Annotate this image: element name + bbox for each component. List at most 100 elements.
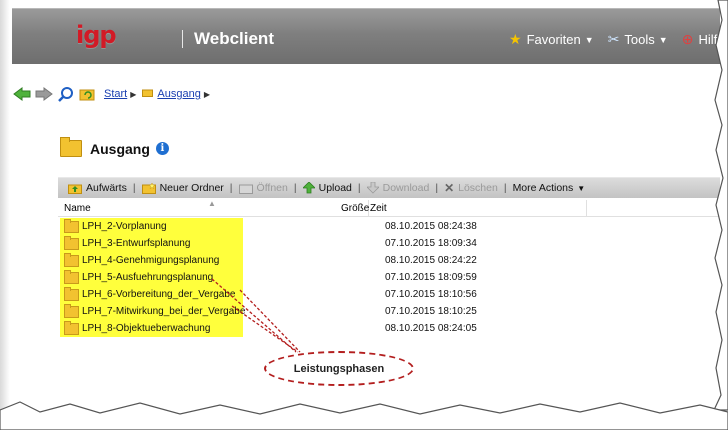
back-arrow-icon [13, 87, 31, 101]
row-time: 08.10.2015 08:24:22 [385, 255, 477, 266]
favorites-label: Favoriten [526, 32, 581, 47]
folder-icon [64, 304, 79, 318]
chevron-down-icon: ▼ [658, 34, 668, 45]
open-folder-icon [238, 184, 253, 194]
open-label: Öffnen [256, 182, 288, 194]
frame-shadow [0, 0, 10, 430]
search-icon [58, 87, 73, 102]
breadcrumb-separator-icon: ▶ [203, 89, 210, 99]
breadcrumb-folder-icon [142, 88, 154, 100]
column-size-header[interactable]: Größe [341, 203, 369, 214]
brand-logo[interactable]: igp [76, 21, 117, 49]
row-time: 07.10.2015 18:09:34 [385, 238, 477, 249]
row-name: LPH_4-Genehmigungsplanung [82, 255, 220, 266]
breadcrumb-separator-icon: ▶ [130, 89, 137, 99]
chevron-down-icon: ▼ [584, 34, 594, 45]
screenshot-frame: igp Webclient ★ Favoriten ▼ ✂ Tools ▼ ⊕ … [0, 0, 728, 430]
favorites-menu[interactable]: ★ Favoriten ▼ [509, 31, 594, 48]
folder-icon [64, 270, 79, 284]
header-divider [182, 30, 183, 48]
row-time: 07.10.2015 18:10:25 [385, 306, 477, 317]
new-folder-label: Neuer Ordner [159, 182, 224, 194]
row-name: LPH_8-Objektueberwachung [82, 323, 211, 334]
row-time: 07.10.2015 18:10:56 [385, 289, 477, 300]
row-name: LPH_2-Vorplanung [82, 221, 167, 232]
new-folder-icon [141, 182, 156, 194]
tools-icon: ✂ [607, 31, 620, 47]
help-menu[interactable]: ⊕ Hilfe [682, 31, 725, 48]
upload-button[interactable]: Upload [299, 182, 356, 194]
folder-icon [64, 287, 79, 301]
folder-icon [64, 253, 79, 267]
table-row[interactable]: LPH_3-Entwurfsplanung 07.10.2015 18:09:3… [58, 235, 720, 252]
table-row[interactable]: LPH_4-Genehmigungsplanung 08.10.2015 08:… [58, 252, 720, 269]
breadcrumb-start[interactable]: Start [104, 88, 127, 100]
forward-button[interactable] [34, 86, 54, 102]
more-actions-menu[interactable]: More Actions ▼ [509, 182, 590, 194]
row-name: LPH_5-Ausfuehrungsplanung [82, 272, 214, 283]
row-name: LPH_7-Mitwirkung_bei_der_Vergabe [82, 306, 246, 317]
column-name-header[interactable]: Name [64, 203, 91, 214]
table-row[interactable]: LPH_8-Objektueberwachung 08.10.2015 08:2… [58, 320, 720, 337]
delete-button[interactable]: ✕ Löschen [440, 181, 502, 195]
sort-ascending-icon: ▲ [208, 199, 216, 208]
folder-icon [64, 219, 79, 233]
navigation-bar: Start ▶ Ausgang ▶ [12, 84, 213, 104]
column-time-header[interactable]: Zeit [370, 203, 387, 214]
refresh-folder-icon [79, 89, 95, 101]
file-toolbar: Aufwärts | Neuer Ordner | Öffnen | Uploa… [58, 177, 720, 198]
row-name: LPH_6-Vorbereitung_der_Vergabe [82, 289, 236, 300]
toolbar-separator: | [229, 182, 233, 194]
toolbar-separator: | [435, 182, 439, 194]
row-time: 07.10.2015 18:09:59 [385, 272, 477, 283]
folder-up-icon [68, 184, 82, 194]
row-name: LPH_3-Entwurfsplanung [82, 238, 191, 249]
table-row[interactable]: LPH_5-Ausfuehrungsplanung 07.10.2015 18:… [58, 269, 720, 286]
upload-label: Upload [318, 182, 352, 194]
delete-label: Löschen [458, 182, 498, 194]
upload-icon [302, 182, 315, 194]
new-folder-button[interactable]: Neuer Ordner [138, 182, 228, 194]
toolbar-separator: | [293, 182, 297, 194]
forward-arrow-icon [35, 87, 53, 101]
table-row[interactable]: LPH_6-Vorbereitung_der_Vergabe 07.10.201… [58, 286, 720, 303]
star-icon: ★ [509, 31, 522, 47]
toolbar-separator: | [132, 182, 136, 194]
info-icon[interactable]: i [155, 142, 169, 155]
app-header: igp Webclient ★ Favoriten ▼ ✂ Tools ▼ ⊕ … [12, 8, 724, 64]
tools-menu[interactable]: ✂ Tools ▼ [608, 31, 668, 48]
help-icon: ⊕ [681, 31, 694, 47]
more-actions-label: More Actions [512, 182, 574, 194]
open-button[interactable]: Öffnen [235, 182, 292, 194]
breadcrumb-ausgang[interactable]: Ausgang [157, 88, 200, 100]
table-row[interactable]: LPH_2-Vorplanung 08.10.2015 08:24:38 [58, 218, 720, 235]
up-label: Aufwärts [86, 182, 127, 194]
column-divider[interactable] [586, 200, 587, 216]
download-label: Download [382, 182, 430, 194]
table-row[interactable]: LPH_7-Mitwirkung_bei_der_Vergabe 07.10.2… [58, 303, 720, 320]
up-button[interactable]: Aufwärts [64, 182, 131, 194]
header-nav: ★ Favoriten ▼ ✂ Tools ▼ ⊕ Hilfe [509, 31, 728, 48]
leistungsphasen-callout: Leistungsphasen [264, 351, 414, 386]
folder-icon [60, 137, 82, 157]
refresh-button[interactable] [78, 86, 98, 102]
callout-label: Leistungsphasen [293, 362, 385, 375]
folder-header: Ausgang i [60, 137, 169, 157]
help-label: Hilfe [698, 32, 725, 47]
row-time: 08.10.2015 08:24:05 [385, 323, 477, 334]
file-list: LPH_2-Vorplanung 08.10.2015 08:24:38 LPH… [58, 218, 720, 337]
delete-x-icon: ✕ [444, 181, 455, 195]
back-button[interactable] [12, 86, 32, 102]
chevron-down-icon: ▼ [577, 183, 586, 193]
column-headers: Name ▲ Größe Zeit [58, 199, 720, 217]
tools-label: Tools [624, 32, 655, 47]
search-button[interactable] [56, 86, 76, 102]
toolbar-separator: | [357, 182, 361, 194]
folder-title: Ausgang [90, 140, 150, 157]
download-button[interactable]: Download [363, 182, 434, 194]
download-icon [366, 182, 379, 194]
row-time: 08.10.2015 08:24:38 [385, 221, 477, 232]
app-title: Webclient [194, 29, 274, 48]
toolbar-separator: | [503, 182, 507, 194]
folder-icon [64, 236, 79, 250]
